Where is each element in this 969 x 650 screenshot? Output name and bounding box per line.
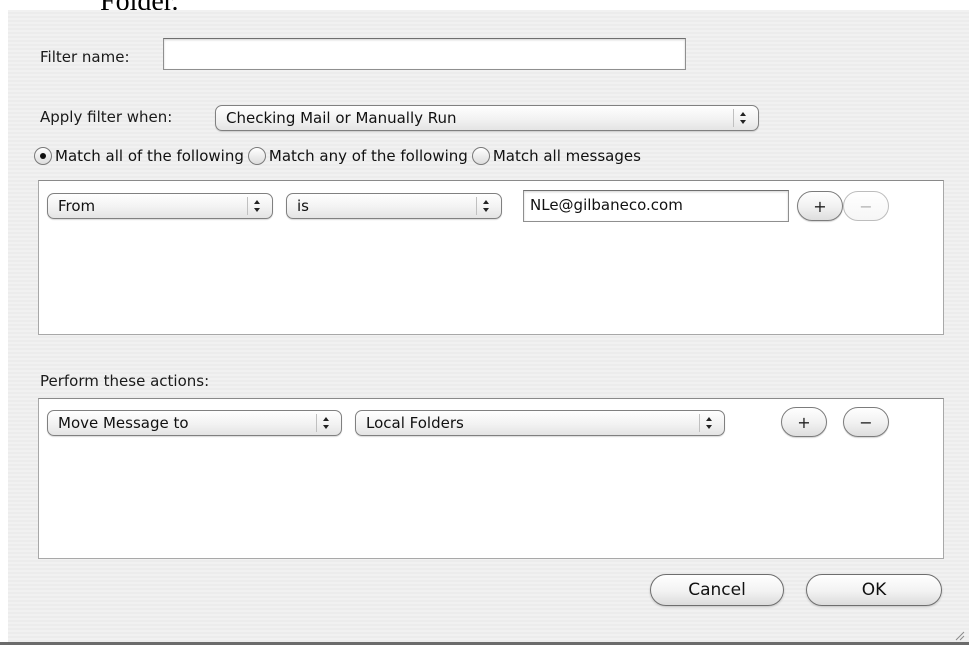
cancel-button[interactable]: Cancel — [650, 574, 784, 606]
action-type-selected: Move Message to — [58, 414, 189, 432]
actions-panel: Move Message to Local Folders + − — [38, 398, 944, 559]
action-target-popup[interactable]: Local Folders — [355, 410, 725, 436]
ok-button[interactable]: OK — [806, 574, 942, 606]
action-target-selected: Local Folders — [366, 414, 464, 432]
resize-grip-icon[interactable] — [953, 626, 965, 641]
updown-arrows-icon — [316, 414, 335, 432]
apply-filter-label: Apply filter when: — [40, 108, 173, 126]
action-type-popup[interactable]: Move Message to — [47, 410, 342, 436]
radio-unselected-icon — [471, 147, 490, 165]
criteria-value-input[interactable]: NLe@gilbaneco.com — [523, 190, 789, 222]
match-all-label: Match all of the following — [55, 147, 244, 165]
add-criterion-button[interactable]: + — [797, 191, 843, 221]
match-all-radio[interactable]: Match all of the following — [34, 147, 244, 165]
radio-selected-icon — [34, 147, 52, 165]
remove-action-button[interactable]: − — [843, 407, 889, 437]
filter-rules-dialog: Filter name: Apply filter when: Checking… — [8, 10, 969, 642]
criteria-operator-selected: is — [297, 197, 309, 215]
match-any-label: Match any of the following — [268, 147, 468, 165]
match-options-group: Match all of the following Match any of … — [34, 147, 645, 165]
add-action-button[interactable]: + — [781, 407, 827, 437]
filter-name-input[interactable] — [163, 38, 686, 70]
perform-actions-label: Perform these actions: — [40, 372, 210, 390]
filter-name-label: Filter name: — [40, 48, 130, 66]
match-all-messages-radio[interactable]: Match all messages — [471, 147, 641, 165]
remove-criterion-button[interactable]: − — [843, 191, 889, 221]
criteria-panel: From is NLe@gilbaneco.com + − — [38, 180, 944, 335]
match-any-radio[interactable]: Match any of the following — [247, 147, 468, 165]
updown-arrows-icon — [699, 414, 718, 432]
updown-arrows-icon — [733, 109, 752, 127]
criteria-field-selected: From — [58, 197, 96, 215]
criteria-field-popup[interactable]: From — [47, 193, 273, 219]
apply-filter-popup[interactable]: Checking Mail or Manually Run — [215, 105, 759, 131]
match-all-messages-label: Match all messages — [492, 147, 641, 165]
window-bottom-edge — [0, 642, 969, 645]
updown-arrows-icon — [476, 197, 495, 215]
apply-filter-selected: Checking Mail or Manually Run — [226, 109, 457, 127]
updown-arrows-icon — [247, 197, 266, 215]
radio-unselected-icon — [247, 147, 266, 165]
criteria-operator-popup[interactable]: is — [286, 193, 502, 219]
